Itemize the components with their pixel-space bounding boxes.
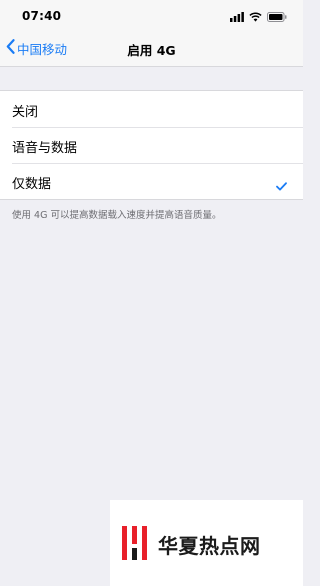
footer-note: 使用 4G 可以提高数据载入速度并提高语音质量。 bbox=[12, 210, 222, 221]
option-label: 仅数据 bbox=[12, 177, 52, 192]
option-label: 语音与数据 bbox=[12, 141, 78, 156]
option-off[interactable]: 关闭 bbox=[0, 91, 303, 127]
watermark-logo-icon bbox=[120, 524, 150, 566]
wifi-icon bbox=[249, 7, 262, 26]
battery-icon bbox=[267, 7, 287, 26]
status-icons bbox=[230, 10, 287, 22]
option-label: 关闭 bbox=[12, 105, 39, 120]
checkmark-icon bbox=[276, 176, 287, 195]
watermark: 华夏热点网 bbox=[110, 500, 303, 586]
watermark-text: 华夏热点网 bbox=[158, 534, 261, 558]
option-voice-and-data[interactable]: 语音与数据 bbox=[0, 127, 303, 163]
cellular-signal-icon bbox=[230, 7, 244, 26]
navigation-bar: 中国移动 启用 4G bbox=[0, 30, 303, 67]
option-data-only[interactable]: 仅数据 bbox=[0, 163, 303, 199]
status-bar: 07:40 bbox=[0, 0, 303, 30]
status-time: 07:40 bbox=[22, 9, 62, 23]
options-list: 关闭 语音与数据 仅数据 bbox=[0, 90, 303, 200]
page-title: 启用 4G bbox=[127, 43, 176, 58]
